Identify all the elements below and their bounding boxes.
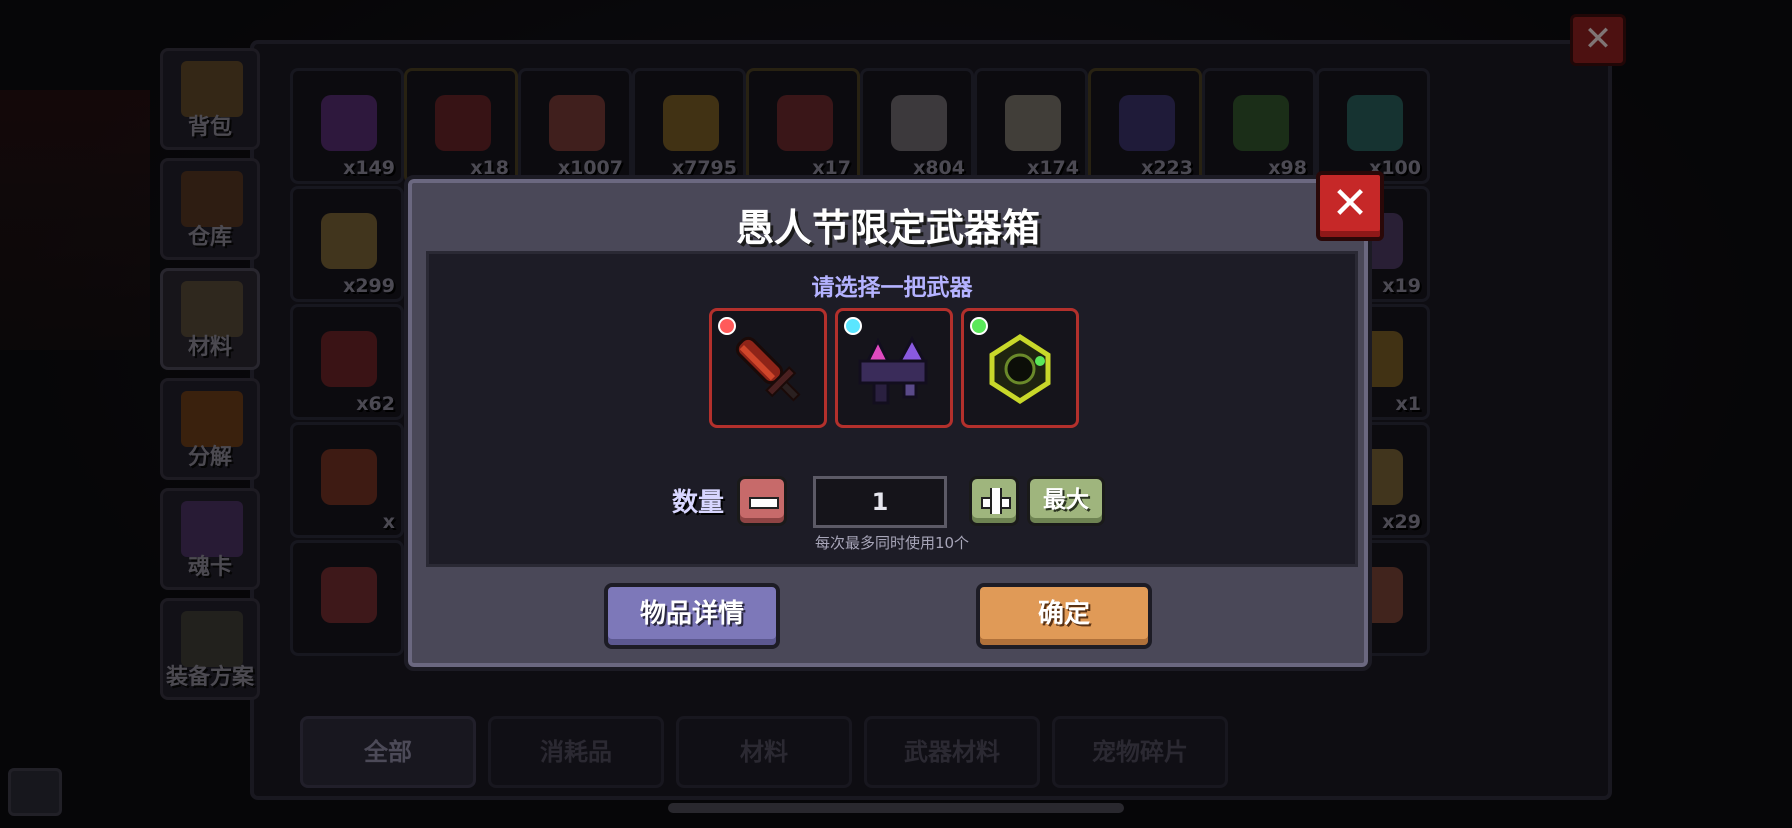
dialog-content: 请选择一把武器 数量 1 最大 每次最多同时使用10个	[426, 251, 1358, 567]
dialog-close-button[interactable]: ✕	[1316, 171, 1384, 241]
quantity-decrease-button[interactable]	[737, 476, 787, 526]
game-screen: ✕ 背包 仓库 材料 分解 魂卡 装备方案 x149 x18 x1007 x7795 x…	[0, 0, 1792, 828]
dialog-subtitle: 请选择一把武器	[811, 275, 973, 301]
weapon-option-3[interactable]	[961, 308, 1079, 428]
quantity-label: 数量	[672, 488, 725, 518]
item-details-button[interactable]: 物品详情	[604, 583, 780, 649]
dialog-title: 愚人节限定武器箱	[735, 206, 1040, 250]
weapon-option-1[interactable]	[709, 308, 827, 428]
weapon-options	[709, 308, 1089, 430]
gem-icon	[970, 317, 988, 335]
gem-icon	[718, 317, 736, 335]
confirm-button[interactable]: 确定	[976, 583, 1152, 649]
usage-limit-note: 每次最多同时使用10个	[814, 534, 970, 552]
weapon-option-2[interactable]	[835, 308, 953, 428]
quantity-input[interactable]: 1	[813, 476, 947, 528]
quantity-increase-button[interactable]	[969, 476, 1019, 526]
weapon-box-dialog: 愚人节限定武器箱 ✕ 请选择一把武器 数量 1 最大 每次最多同时使用10个 物…	[404, 171, 1384, 671]
gem-icon	[844, 317, 862, 335]
quantity-max-button[interactable]: 最大	[1027, 476, 1105, 526]
